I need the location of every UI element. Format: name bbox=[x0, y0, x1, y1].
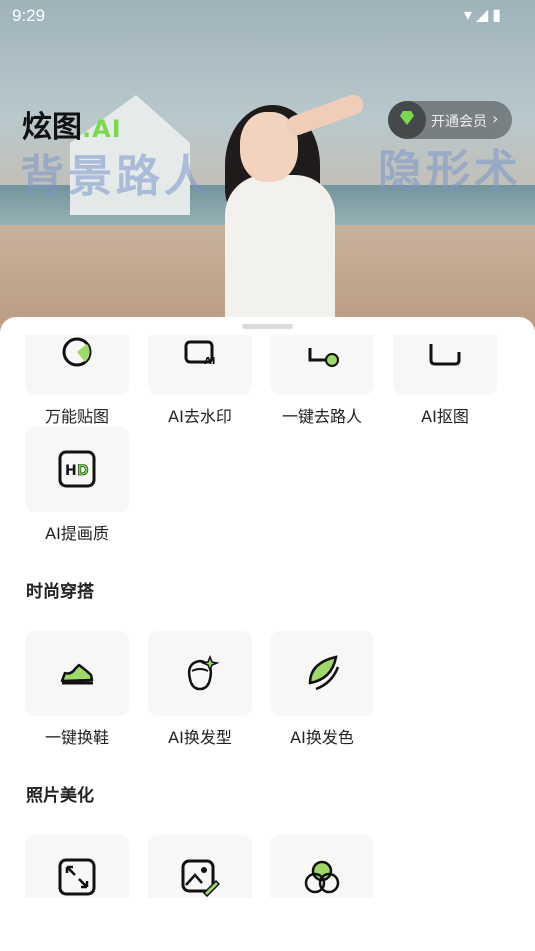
tool-change-hair-color[interactable]: AI换发色 bbox=[270, 631, 374, 751]
section-title-fashion: 时尚穿搭 bbox=[26, 582, 94, 602]
drag-handle[interactable] bbox=[242, 324, 293, 329]
hero-banner[interactable]: 背景路人 隐形术 bbox=[0, 0, 535, 340]
svg-text:D: D bbox=[77, 463, 89, 479]
person-arm bbox=[283, 91, 367, 139]
ghost-text-left: 背景路人 bbox=[20, 151, 212, 202]
tool-remove-watermark[interactable]: AI AI去水印 bbox=[148, 335, 252, 430]
logo-ai-suffix: .AI bbox=[82, 115, 122, 143]
hd-icon: H D bbox=[58, 450, 96, 488]
tools-scroll-area[interactable]: 万能贴图 AI AI去水印 一键去路人 AI抠图 H D AI提画质 时尚穿搭 … bbox=[0, 335, 535, 898]
tool-label: AI换发型 bbox=[168, 728, 232, 747]
tool-label: AI去水印 bbox=[168, 407, 232, 426]
tool-label: AI换发色 bbox=[290, 728, 354, 747]
svg-text:AI: AI bbox=[204, 356, 215, 367]
tool-expand-image[interactable] bbox=[25, 835, 129, 898]
tool-cutout[interactable]: AI抠图 bbox=[393, 335, 497, 430]
tool-label: AI提画质 bbox=[45, 524, 109, 543]
status-icons: ▾◢▮ bbox=[463, 7, 505, 24]
diamond-icon bbox=[388, 101, 426, 139]
svg-text:H: H bbox=[65, 463, 77, 479]
status-time: 9:29 bbox=[12, 6, 46, 25]
app-logo: 炫图.AI bbox=[22, 102, 122, 146]
watermark-remove-icon: AI bbox=[184, 340, 215, 367]
vip-button[interactable]: 开通会员 › bbox=[388, 101, 512, 139]
sticker-icon bbox=[62, 337, 92, 367]
section-title-photo: 照片美化 bbox=[26, 786, 94, 806]
expand-icon bbox=[58, 858, 96, 896]
tool-label: 万能贴图 bbox=[44, 407, 109, 426]
bottom-sheet[interactable]: 万能贴图 AI AI去水印 一键去路人 AI抠图 H D AI提画质 时尚穿搭 … bbox=[0, 317, 535, 951]
hair-color-icon bbox=[308, 655, 340, 691]
tool-change-hairstyle[interactable]: AI换发型 bbox=[148, 631, 252, 751]
tool-enhance-quality[interactable]: H D AI提画质 bbox=[25, 427, 129, 547]
tool-remove-person[interactable]: 一键去路人 bbox=[270, 335, 374, 430]
photo-edit-icon bbox=[181, 859, 220, 897]
tool-photo-edit[interactable] bbox=[148, 835, 252, 898]
tool-label: 一键去路人 bbox=[281, 407, 362, 426]
chevron-right-icon: › bbox=[492, 109, 499, 128]
remove-person-icon bbox=[308, 348, 339, 367]
color-circles-icon bbox=[304, 860, 340, 894]
tool-label: AI抠图 bbox=[421, 407, 469, 426]
tool-label: 一键换鞋 bbox=[44, 728, 109, 747]
cutout-icon bbox=[429, 344, 461, 366]
shoe-icon bbox=[60, 663, 94, 685]
hairstyle-icon bbox=[187, 654, 220, 691]
tool-color-adjust[interactable] bbox=[270, 835, 374, 898]
tool-sticker[interactable]: 万能贴图 bbox=[25, 335, 129, 430]
status-bar: 9:29 ▾◢▮ bbox=[0, 0, 535, 32]
tool-change-shoes[interactable]: 一键换鞋 bbox=[25, 631, 129, 751]
ghost-text-right: 隐形术 bbox=[378, 146, 522, 197]
logo-text: 炫图 bbox=[22, 110, 82, 145]
person-body bbox=[225, 175, 335, 340]
vip-label: 开通会员 bbox=[431, 114, 487, 130]
